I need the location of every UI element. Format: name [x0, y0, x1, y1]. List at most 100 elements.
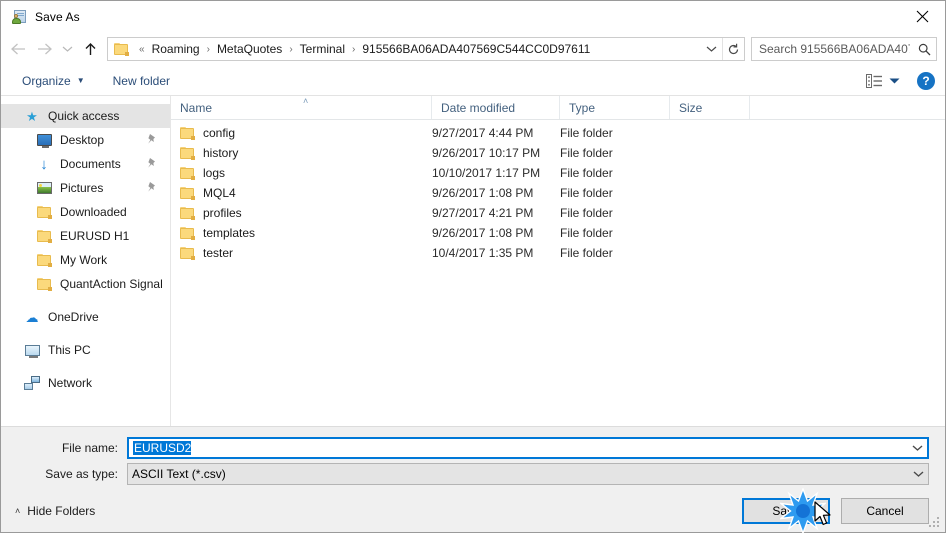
folder-icon [35, 204, 53, 220]
new-folder-button[interactable]: New folder [106, 71, 177, 91]
file-date: 9/26/2017 1:08 PM [432, 226, 534, 240]
sidebar-item-downloaded[interactable]: Downloaded [1, 200, 170, 224]
column-header-label: Size [679, 100, 703, 115]
sidebar-item-onedrive[interactable]: ☁ OneDrive [1, 305, 170, 329]
sidebar-item-my-work[interactable]: My Work [1, 248, 170, 272]
breadcrumb-item-roaming[interactable]: Roaming [150, 42, 202, 56]
breadcrumb-item-metaquotes[interactable]: MetaQuotes [215, 42, 284, 56]
view-dropdown-icon[interactable] [885, 77, 903, 85]
file-date: 9/26/2017 10:17 PM [432, 146, 541, 160]
search-box[interactable] [751, 37, 937, 61]
pin-icon[interactable] [147, 157, 157, 169]
table-row[interactable]: tester 10/4/2017 1:35 PM File folder [171, 243, 945, 263]
address-bar[interactable]: « Roaming › MetaQuotes › Terminal › 9155… [107, 37, 745, 61]
file-name: templates [203, 226, 256, 240]
file-name-cell: tester [171, 246, 432, 260]
sidebar-item-documents[interactable]: ↓ Documents [1, 152, 170, 176]
organize-button[interactable]: Organize ▼ [15, 71, 92, 91]
breadcrumb-item-terminal[interactable]: Terminal [298, 42, 347, 56]
file-name-selected-text[interactable]: EURUSD2 [133, 441, 192, 455]
file-name: profiles [203, 206, 242, 220]
onedrive-icon: ☁ [25, 309, 39, 325]
file-name-cell: MQL4 [171, 186, 432, 200]
table-row[interactable]: MQL4 9/26/2017 1:08 PM File folder [171, 183, 945, 203]
hide-folders-label: Hide Folders [27, 503, 96, 518]
help-button[interactable]: ? [917, 71, 935, 90]
save-form: File name: EURUSD2 Save as type: ASCII T… [1, 427, 945, 489]
up-icon[interactable] [77, 36, 103, 62]
save-as-type-dropdown-icon[interactable] [908, 470, 928, 478]
folder-icon [35, 228, 53, 244]
file-name: MQL4 [203, 186, 236, 200]
file-name-cell: config [171, 126, 432, 140]
file-name-cell: profiles [171, 206, 432, 220]
search-icon[interactable] [912, 43, 936, 56]
search-input[interactable] [752, 41, 912, 57]
column-header-size[interactable]: Size [670, 96, 750, 119]
sidebar-item-this-pc[interactable]: This PC [1, 338, 170, 362]
save-as-type-select[interactable]: ASCII Text (*.csv) [127, 463, 929, 485]
recent-locations-icon[interactable] [57, 36, 77, 62]
breadcrumb-item-guid[interactable]: 915566BA06ADA407569C544CC0D97611 [360, 42, 592, 56]
table-row[interactable]: config 9/27/2017 4:44 PM File folder [171, 123, 945, 143]
sidebar-item-label: Quick access [48, 109, 120, 123]
file-name-value[interactable]: EURUSD2 [129, 441, 907, 455]
save-as-type-row: Save as type: ASCII Text (*.csv) [17, 463, 929, 485]
sidebar-item-quick-access[interactable]: ★ Quick access [1, 104, 170, 128]
cancel-label: Cancel [866, 503, 904, 518]
column-header-date-modified[interactable]: Date modified [432, 96, 560, 119]
breadcrumb-separator: › [206, 43, 210, 55]
file-name-cell: logs [171, 166, 432, 180]
table-row[interactable]: profiles 9/27/2017 4:21 PM File folder [171, 203, 945, 223]
sidebar-item-label: Pictures [60, 181, 104, 195]
pin-icon[interactable] [147, 133, 157, 145]
refresh-icon[interactable] [722, 38, 744, 60]
save-button[interactable]: Save [742, 497, 830, 524]
file-name: tester [203, 246, 234, 260]
table-row[interactable]: logs 10/10/2017 1:17 PM File folder [171, 163, 945, 183]
sort-ascending-icon: ˄ [303, 96, 309, 106]
folder-icon [180, 166, 195, 180]
sidebar-item-eurusd-h1[interactable]: EURUSD H1 [1, 224, 170, 248]
pin-icon[interactable] [147, 181, 157, 193]
file-type: File folder [560, 146, 613, 160]
resize-grip[interactable] [929, 517, 941, 529]
view-layout-icon[interactable] [863, 72, 885, 90]
file-rows: config 9/27/2017 4:44 PM File folder his… [171, 120, 945, 426]
table-row[interactable]: history 9/26/2017 10:17 PM File folder [171, 143, 945, 163]
file-date: 9/26/2017 1:08 PM [432, 186, 534, 200]
table-row[interactable]: templates 9/26/2017 1:08 PM File folder [171, 223, 945, 243]
sidebar-item-network[interactable]: Network [1, 371, 170, 395]
file-name: config [203, 126, 236, 140]
address-dropdown-icon[interactable] [700, 38, 722, 60]
breadcrumb-overflow[interactable]: « [134, 44, 150, 55]
cancel-button[interactable]: Cancel [841, 497, 929, 524]
column-header-filler [750, 96, 945, 119]
sidebar-item-desktop[interactable]: Desktop [1, 128, 170, 152]
file-type: File folder [560, 206, 613, 220]
column-header-label: Name [180, 100, 213, 115]
network-icon [23, 375, 41, 391]
file-date: 9/27/2017 4:21 PM [432, 206, 534, 220]
column-header-type[interactable]: Type [560, 96, 670, 119]
hide-folders-button[interactable]: ˄ Hide Folders [11, 501, 99, 521]
column-header-name[interactable]: Name ˄ [171, 96, 432, 119]
file-type: File folder [560, 226, 613, 240]
chevron-down-icon: ▼ [76, 76, 85, 85]
close-icon[interactable] [899, 1, 945, 32]
sidebar-item-quantaction-signal[interactable]: QuantAction Signal [1, 272, 170, 296]
back-icon[interactable] [5, 36, 31, 62]
file-name-dropdown-icon[interactable] [907, 444, 927, 452]
column-headers: Name ˄ Date modified Type Size [171, 96, 945, 120]
forward-icon[interactable] [31, 36, 57, 62]
toolbar: Organize ▼ New folder ? [1, 66, 945, 96]
sidebar-item-label: Desktop [60, 133, 105, 147]
documents-icon: ↓ [40, 155, 48, 173]
desktop-icon [35, 132, 53, 148]
save-as-icon [11, 9, 27, 25]
sidebar-item-pictures[interactable]: Pictures [1, 176, 170, 200]
folder-icon [180, 246, 195, 260]
file-name-input[interactable]: EURUSD2 [127, 437, 929, 459]
